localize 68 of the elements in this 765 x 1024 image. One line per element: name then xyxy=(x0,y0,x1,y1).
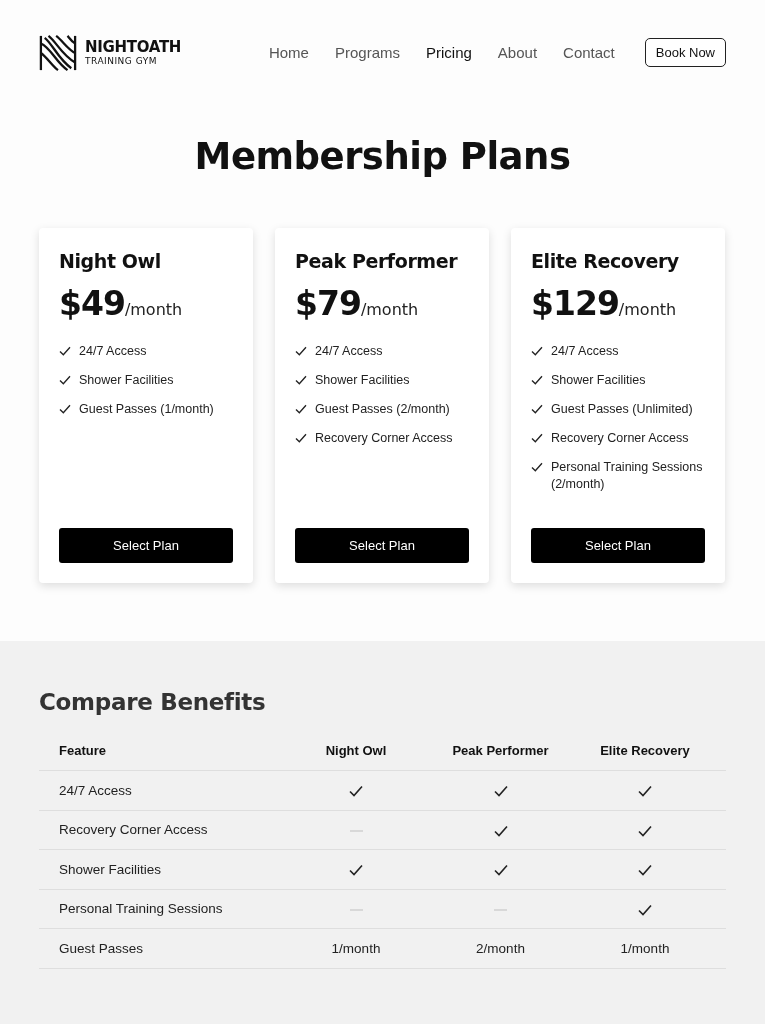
check-icon xyxy=(493,785,508,798)
feature-text: 24/7 Access xyxy=(79,343,147,360)
check-icon xyxy=(531,375,543,385)
check-icon xyxy=(531,404,543,414)
nav-link[interactable]: Pricing xyxy=(426,44,472,61)
brand-tagline: TRAINING GYM xyxy=(85,55,158,67)
nav-link[interactable]: Contact xyxy=(563,44,615,61)
plan-price: $79 xyxy=(295,284,361,323)
table-cell: 24/7 Access xyxy=(39,770,275,810)
feature-text: Guest Passes (2/month) xyxy=(315,401,450,418)
price-period: /month xyxy=(618,300,677,319)
nav-link[interactable]: Home xyxy=(268,44,309,61)
table-cell: 1/month xyxy=(564,928,726,968)
check-icon xyxy=(531,433,543,443)
nav-link[interactable]: About xyxy=(497,44,538,61)
section-heading: Compare Benefits xyxy=(39,689,267,715)
check-icon xyxy=(638,824,652,837)
feature-text: Shower Facilities xyxy=(315,372,410,389)
check-icon xyxy=(59,404,71,414)
price-period: /month xyxy=(360,300,419,319)
plan-price: $49 xyxy=(59,284,125,323)
feature-text: Shower Facilities xyxy=(551,372,646,389)
price-period: /month xyxy=(124,300,183,319)
plan-name: Peak Performer xyxy=(295,250,459,272)
check-icon xyxy=(531,346,543,356)
check-icon xyxy=(295,433,307,443)
page-heading: Membership Plans xyxy=(193,135,572,180)
table-cell: Recovery Corner Access xyxy=(39,810,275,850)
select-plan-button[interactable]: Select Plan xyxy=(295,528,469,563)
check-icon xyxy=(59,346,71,356)
feature-text: Recovery Corner Access xyxy=(551,430,689,447)
column-header: Night Owl xyxy=(275,731,437,771)
column-header: Elite Recovery xyxy=(564,731,726,771)
table-cell: 1/month xyxy=(275,928,437,968)
check-icon xyxy=(638,903,652,916)
table-cell: Guest Passes xyxy=(39,928,275,968)
nav-link[interactable]: Programs xyxy=(334,44,400,61)
check-icon xyxy=(295,375,307,385)
feature-text: Recovery Corner Access xyxy=(315,430,453,447)
brand-name: NIGHTOATH xyxy=(85,38,182,56)
check-icon xyxy=(638,864,652,877)
column-header: Peak Performer xyxy=(437,731,564,771)
logo-icon xyxy=(39,33,77,72)
table-cell: 2/month xyxy=(437,928,564,968)
select-plan-button[interactable]: Select Plan xyxy=(531,528,705,563)
feature-text: Guest Passes (Unlimited) xyxy=(551,401,693,418)
feature-text: Shower Facilities xyxy=(79,372,174,389)
check-icon xyxy=(349,864,363,877)
plan-name: Night Owl xyxy=(59,250,162,272)
feature-text: 24/7 Access xyxy=(315,343,383,360)
check-icon xyxy=(493,824,508,837)
feature-text: Guest Passes (1/month) xyxy=(79,401,214,418)
table-cell: Shower Facilities xyxy=(39,849,275,889)
feature-text: 24/7 Access xyxy=(551,343,619,360)
check-icon xyxy=(59,375,71,385)
check-icon xyxy=(493,864,508,877)
check-icon xyxy=(295,404,307,414)
plan-name: Elite Recovery xyxy=(531,250,680,272)
table-cell: Personal Training Sessions xyxy=(39,889,275,929)
check-icon xyxy=(295,346,307,356)
book-now-button[interactable]: Book Now xyxy=(644,38,726,67)
check-icon xyxy=(349,785,363,798)
feature-text: Personal Training Sessions (2/month) xyxy=(551,459,704,493)
check-icon xyxy=(531,462,543,472)
column-header: Feature xyxy=(39,731,275,771)
plan-price: $129 xyxy=(531,284,619,323)
select-plan-button[interactable]: Select Plan xyxy=(59,528,233,563)
check-icon xyxy=(638,785,652,798)
